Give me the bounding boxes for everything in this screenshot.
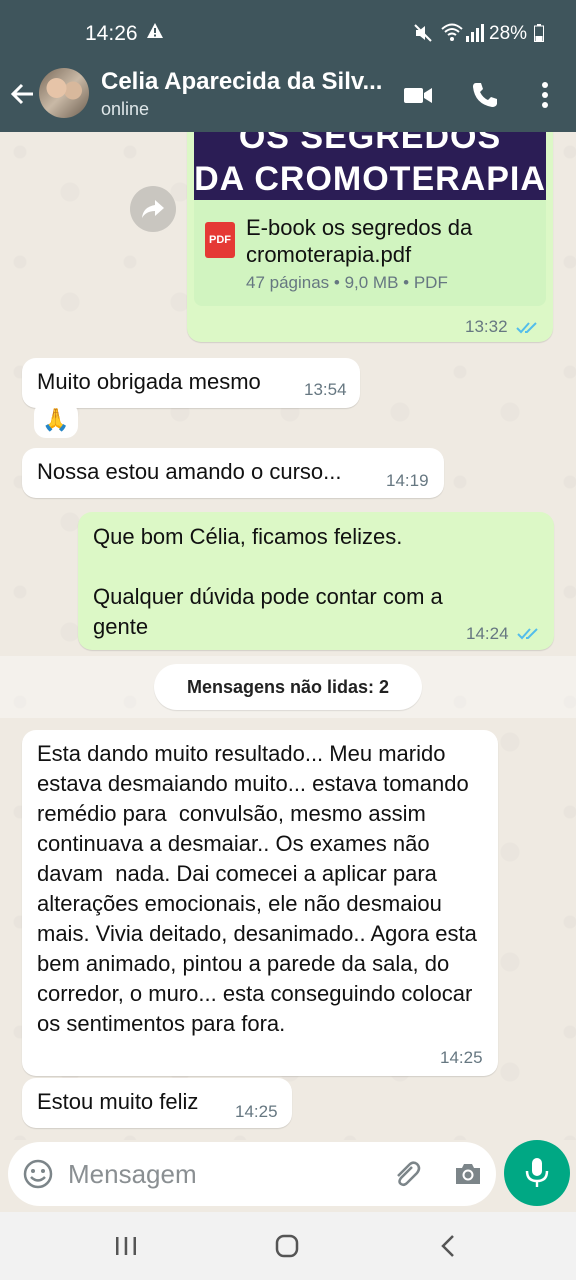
read-ticks-icon [516,322,537,334]
voice-message-button[interactable] [504,1140,570,1206]
message-time: 14:19 [386,471,429,490]
warning-icon [147,23,163,38]
message-bubble[interactable]: Esta dando muito resultado... Meu marido… [22,730,498,1076]
message-placeholder: Mensagem [68,1159,197,1189]
recent-apps-icon[interactable] [112,1232,140,1260]
message-bubble[interactable]: Nossa estou amando o curso... 14:19 [22,448,444,498]
wifi-icon [441,23,463,41]
unread-divider: Mensagens não lidas: 2 [0,656,576,718]
battery-percent: 28% [489,23,528,44]
more-options-icon[interactable] [530,80,560,110]
document-file-name: E-book os segredos da cromoterapia.pdf [246,215,473,267]
message-time: 13:54 [304,380,347,399]
document-card[interactable]: PDF E-book os segredos da cromoterapia.p… [194,200,546,306]
message-text: Que bom Célia, ficamos felizes. Qualquer… [93,524,443,639]
read-ticks-icon [517,628,538,640]
emoji-message[interactable]: 🙏 [34,402,78,438]
message-text: Muito obrigada mesmo [37,369,261,394]
avatar[interactable] [39,68,89,118]
presence-status: online [101,99,150,119]
chat-area[interactable]: OS SEGREDOS DA CROMOTERAPIA PDF E-book o… [0,132,576,1140]
composer-bar: Mensagem [0,1140,576,1212]
voice-call-icon[interactable] [470,80,500,110]
microphone-icon [525,1158,549,1187]
message-bubble[interactable]: Que bom Célia, ficamos felizes. Qualquer… [78,512,554,650]
unread-count-label: Mensagens não lidas: 2 [154,664,422,710]
message-text: Estou muito feliz [37,1089,199,1114]
status-bar: 14:26 28% [0,0,576,64]
top-bar: 14:26 28% Celia Aparecida da Silv... onl… [0,0,576,132]
mute-icon [414,24,432,42]
pdf-file-icon: PDF [205,222,235,258]
message-bubble[interactable]: Muito obrigada mesmo 13:54 [22,358,360,408]
back-nav-icon[interactable] [435,1232,463,1260]
battery-icon [534,24,544,42]
attach-icon[interactable] [390,1158,422,1190]
message-time: 14:25 [440,1048,483,1067]
video-call-icon[interactable] [403,80,433,110]
message-text: Esta dando muito resultado... Meu marido… [37,741,483,1036]
message-text: Nossa estou amando o curso... [37,459,342,484]
document-preview-image[interactable]: OS SEGREDOS DA CROMOTERAPIA [194,132,546,200]
signal-icon [466,24,484,42]
forward-button[interactable] [130,186,176,232]
contact-name[interactable]: Celia Aparecida da Silv... [101,68,382,96]
status-time: 14:26 [85,22,138,45]
message-time: 14:25 [235,1102,278,1121]
system-nav-bar [0,1212,576,1280]
camera-icon[interactable] [452,1158,484,1190]
message-time: 13:32 [465,317,508,336]
message-time: 14:24 [466,624,509,643]
back-arrow-icon[interactable] [9,80,37,108]
document-file-info: 47 páginas • 9,0 MB • PDF [246,273,448,292]
forward-icon [142,200,164,218]
emoji-icon[interactable] [22,1158,54,1190]
message-bubble[interactable]: Estou muito feliz 14:25 [22,1078,292,1128]
home-icon[interactable] [273,1232,301,1260]
message-input[interactable]: Mensagem [8,1142,496,1206]
